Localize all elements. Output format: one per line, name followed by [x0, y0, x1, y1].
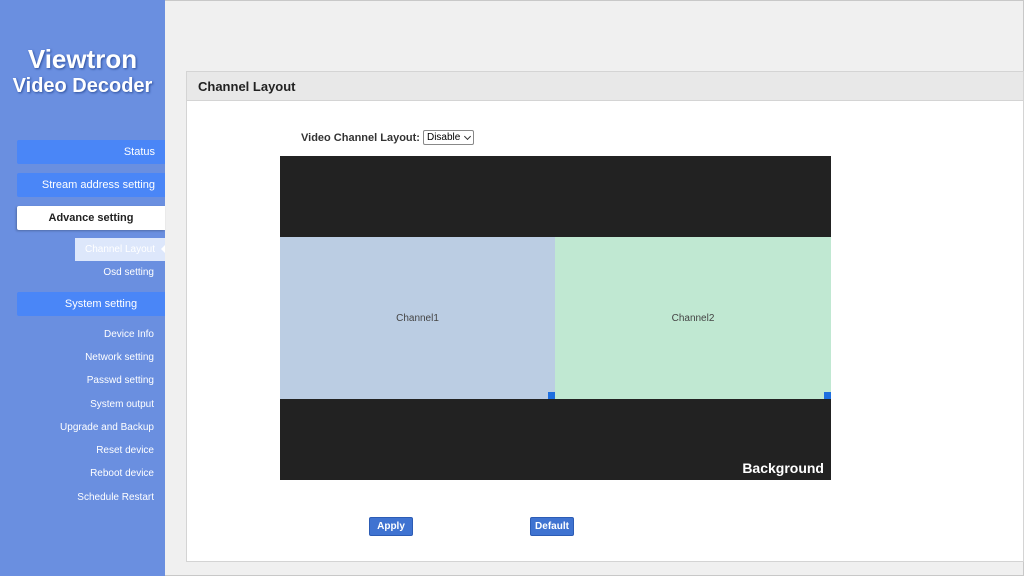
chevron-down-icon [464, 132, 472, 140]
sidebar-item-passwd-setting[interactable]: Passwd setting [87, 374, 154, 388]
sidebar: Viewtron Video Decoder Status Stream add… [0, 0, 165, 576]
brand-subtitle: Video Decoder [12, 75, 153, 97]
nav-advance-setting-button[interactable]: Advance setting [17, 206, 165, 230]
channel1-label: Channel1 [396, 312, 439, 324]
sidebar-item-network-setting[interactable]: Network setting [85, 351, 154, 365]
channel1-region[interactable]: Channel1 [280, 237, 555, 399]
layout-select-value: Disable [426, 132, 461, 143]
nav-system-setting-button[interactable]: System setting [17, 292, 165, 316]
layout-label: Video Channel Layout: [301, 131, 420, 144]
default-button[interactable]: Default [530, 517, 574, 536]
sidebar-item-system-output[interactable]: System output [90, 398, 154, 412]
sidebar-item-reset-device[interactable]: Reset device [96, 444, 154, 458]
brand-title: Viewtron [27, 44, 138, 74]
active-caret-icon [161, 245, 165, 253]
nav-stream-address-button[interactable]: Stream address setting [17, 173, 165, 197]
sidebar-item-label: Channel Layout [84, 244, 156, 255]
channel2-region[interactable]: Channel2 [555, 237, 831, 399]
channel2-label: Channel2 [671, 312, 715, 324]
layout-select[interactable]: Disable [422, 130, 475, 145]
sidebar-item-reboot-device[interactable]: Reboot device [90, 467, 154, 481]
layout-selector-row: Video Channel Layout: Disable [301, 130, 475, 145]
apply-button[interactable]: Apply [369, 517, 413, 536]
panel-title: Channel Layout [187, 72, 1023, 101]
sidebar-item-osd-setting[interactable]: Osd setting [103, 266, 154, 280]
channel1-resize-handle[interactable] [548, 392, 555, 399]
channel-layout-panel: Channel Layout Video Channel Layout: Dis… [186, 71, 1024, 562]
layout-canvas[interactable]: Channel1 Channel2 Background [280, 156, 831, 480]
background-label: Background [742, 460, 824, 476]
nav-status-button[interactable]: Status [17, 140, 165, 164]
sidebar-item-channel-layout[interactable]: Channel Layout [75, 238, 165, 261]
sidebar-item-schedule-restart[interactable]: Schedule Restart [77, 491, 154, 505]
channel2-resize-handle[interactable] [824, 392, 831, 399]
brand-logo: Viewtron Video Decoder [0, 44, 165, 98]
sidebar-item-upgrade-backup[interactable]: Upgrade and Backup [60, 421, 154, 435]
sidebar-item-device-info[interactable]: Device Info [104, 328, 154, 342]
